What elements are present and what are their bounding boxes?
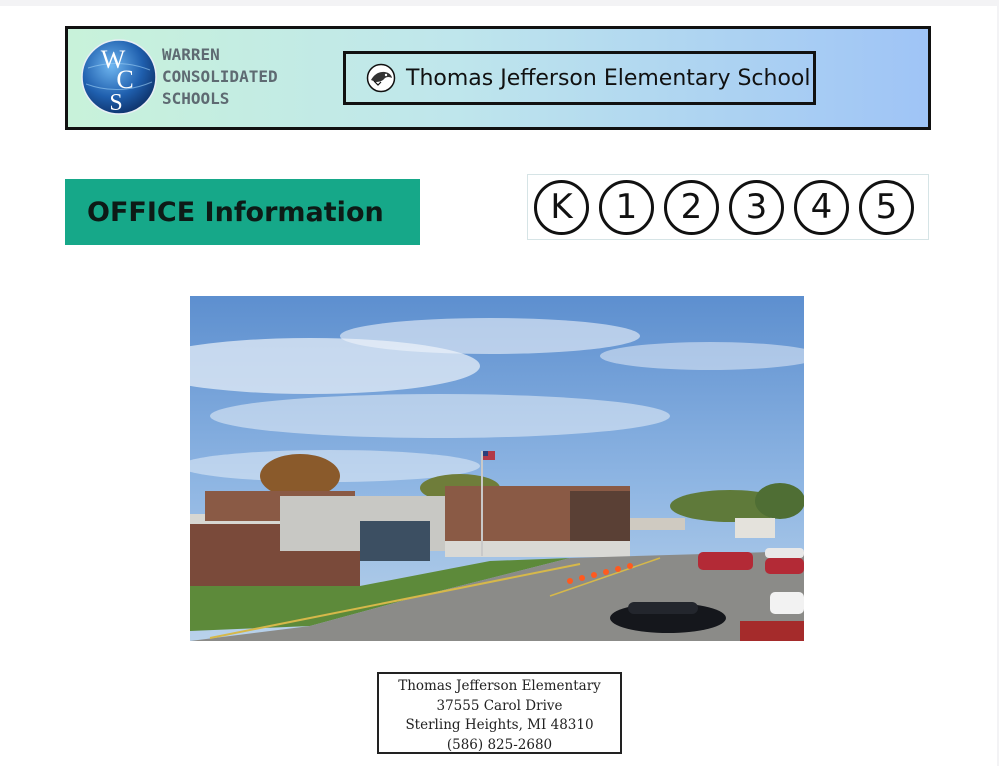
grade-levels: K 1 2 3 4 5: [527, 174, 929, 240]
address-card: Thomas Jefferson Elementary 37555 Carol …: [377, 672, 622, 754]
office-info-title: OFFICE Information: [87, 196, 384, 228]
district-name-line: WARREN: [162, 45, 220, 64]
grade-circle-4: 4: [794, 179, 849, 235]
address-line: Sterling Heights, MI 48310: [405, 717, 594, 733]
address-line: Thomas Jefferson Elementary: [398, 678, 601, 694]
school-mascot-icon: [366, 63, 396, 93]
grade-circle-1: 1: [599, 179, 654, 235]
page: W C S WARREN CONSOLIDATED SCHOOLS Thomas…: [0, 6, 997, 766]
grade-circle-5: 5: [859, 179, 914, 235]
grade-circle-k: K: [534, 179, 589, 235]
district-logo-icon: W C S: [81, 39, 157, 116]
school-name: Thomas Jefferson Elementary School: [406, 65, 811, 91]
district-name-line: CONSOLIDATED: [162, 67, 278, 86]
school-name-box: Thomas Jefferson Elementary School: [343, 51, 816, 105]
address-line: 37555 Carol Drive: [436, 697, 563, 714]
office-info-heading: OFFICE Information: [65, 179, 420, 245]
district-name-line: SCHOOLS: [162, 89, 230, 108]
logo-letter-s: S: [109, 90, 122, 116]
address-line: (586) 825-2680: [446, 736, 553, 753]
district-name: WARREN CONSOLIDATED SCHOOLS: [162, 44, 278, 110]
grade-circle-3: 3: [729, 179, 784, 235]
grade-circle-2: 2: [664, 179, 719, 235]
school-building-photo: [190, 296, 804, 641]
header-banner: W C S WARREN CONSOLIDATED SCHOOLS Thomas…: [65, 26, 931, 130]
